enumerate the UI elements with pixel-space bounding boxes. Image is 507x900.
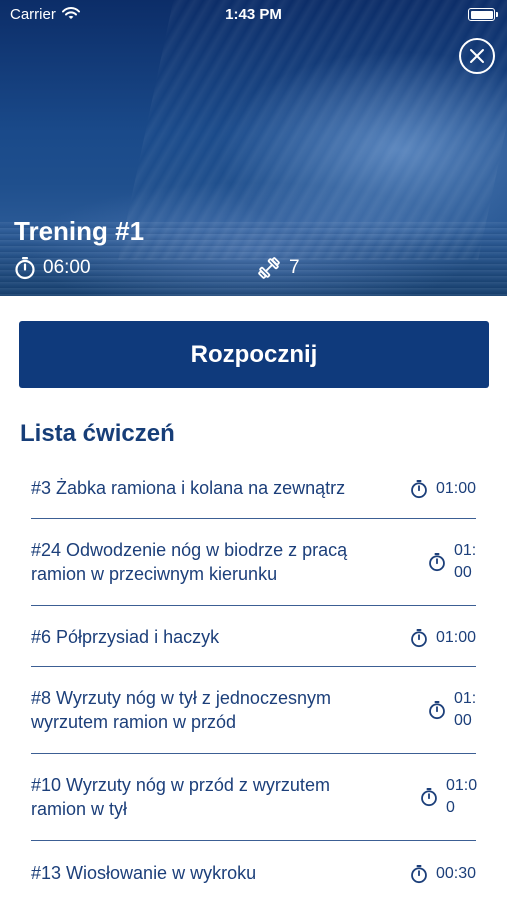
- dumbbell-icon: [258, 257, 280, 279]
- status-bar: Carrier 1:43 PM: [0, 0, 507, 28]
- stopwatch-icon: [411, 629, 427, 648]
- list-item[interactable]: #10 Wyrzuty nóg w przód z wyrzutem ramio…: [31, 754, 478, 841]
- stopwatch-icon: [411, 865, 427, 884]
- exercise-name: #13 Wiosłowanie w wykroku: [31, 861, 256, 885]
- exercise-duration-line: 00: [454, 564, 472, 581]
- exercise-duration-value: 01:00: [436, 627, 476, 649]
- exercise-name-line: ramion w przeciwnym kierunku: [31, 564, 278, 584]
- exercise-name-line: #8 Wyrzuty nóg w tył z jednoczesnym: [31, 688, 331, 708]
- exercise-name: #6 Półprzysiad i haczyk: [31, 625, 219, 649]
- workout-duration-value: 06:00: [43, 257, 91, 278]
- exercise-duration: 01:00: [410, 627, 476, 649]
- status-time: 1:43 PM: [225, 6, 282, 23]
- exercise-name-line: #24 Odwodzenie nóg w biodrze z pracą: [31, 540, 348, 560]
- exercise-duration: 01:0 0: [420, 775, 478, 819]
- exercise-duration-value: 01:0 0: [446, 775, 478, 819]
- start-workout-button[interactable]: Rozpocznij: [19, 321, 489, 388]
- battery-icon: [468, 8, 498, 21]
- exercise-duration: 00:30: [410, 863, 476, 885]
- exercise-duration-line: 01:: [454, 690, 477, 707]
- list-item[interactable]: #13 Wiosłowanie w wykroku 00:30: [31, 841, 476, 900]
- exercise-duration: 01: 00: [428, 688, 476, 732]
- exercise-duration-value: 01: 00: [454, 688, 476, 732]
- list-item[interactable]: #24 Odwodzenie nóg w biodrze z pracą ram…: [31, 519, 476, 606]
- exercise-duration-line: 00:30: [435, 865, 476, 882]
- workout-exercise-count-value: 7: [289, 257, 300, 278]
- close-button[interactable]: [459, 38, 495, 74]
- workout-title: Trening #1: [14, 216, 145, 246]
- exercise-duration: 01:00: [410, 478, 476, 500]
- stopwatch-icon: [411, 480, 427, 499]
- exercise-duration-line: 01:00: [435, 629, 476, 646]
- list-item[interactable]: #3 Żabka ramiona i kolana na zewnątrz 01…: [31, 461, 476, 519]
- exercise-duration-value: 01: 00: [454, 540, 476, 584]
- workout-meta: 06:00 7: [14, 256, 494, 282]
- stopwatch-icon: [421, 788, 437, 807]
- exercise-duration-line: 0: [446, 799, 455, 816]
- exercise-name-line: #3 Żabka ramiona i kolana na zewnątrz: [31, 478, 346, 498]
- exercise-duration-value: 01:00: [436, 478, 476, 500]
- exercise-duration-line: 01:00: [435, 480, 476, 497]
- exercise-duration-value: 00:30: [436, 863, 476, 885]
- workout-header-image: [0, 0, 507, 296]
- exercise-duration-line: 01:: [454, 542, 477, 559]
- exercise-name: #8 Wyrzuty nóg w tył z jednoczesnym wyrz…: [31, 686, 331, 734]
- exercise-name-line: wyrzutem ramion w przód: [31, 712, 237, 732]
- exercise-duration: 01: 00: [428, 540, 476, 584]
- workout-duration: 06:00: [14, 256, 91, 280]
- list-item[interactable]: #8 Wyrzuty nóg w tył z jednoczesnym wyrz…: [31, 667, 476, 754]
- exercise-name-line: ramion w tył: [31, 799, 128, 819]
- exercise-name-line: #13 Wiosłowanie w wykroku: [31, 863, 257, 883]
- stopwatch-icon: [429, 701, 445, 720]
- close-icon: [470, 49, 484, 63]
- stopwatch-icon: [429, 553, 445, 572]
- exercise-list-title: Lista ćwiczeń: [20, 420, 175, 447]
- exercise-name-line: #10 Wyrzuty nóg w przód z wyrzutem: [31, 775, 330, 795]
- exercise-name: #10 Wyrzuty nóg w przód z wyrzutem ramio…: [31, 773, 330, 821]
- exercise-duration-line: 01:0: [446, 777, 478, 794]
- exercise-list: #3 Żabka ramiona i kolana na zewnątrz 01…: [31, 461, 478, 900]
- list-item[interactable]: #6 Półprzysiad i haczyk 01:00: [31, 606, 476, 667]
- workout-exercise-count: 7: [257, 256, 300, 280]
- stopwatch-icon: [15, 257, 35, 280]
- exercise-name: #24 Odwodzenie nóg w biodrze z pracą ram…: [31, 538, 347, 586]
- exercise-name: #3 Żabka ramiona i kolana na zewnątrz: [31, 476, 345, 500]
- exercise-name-line: #6 Półprzysiad i haczyk: [31, 627, 220, 647]
- exercise-duration-line: 00: [454, 712, 472, 729]
